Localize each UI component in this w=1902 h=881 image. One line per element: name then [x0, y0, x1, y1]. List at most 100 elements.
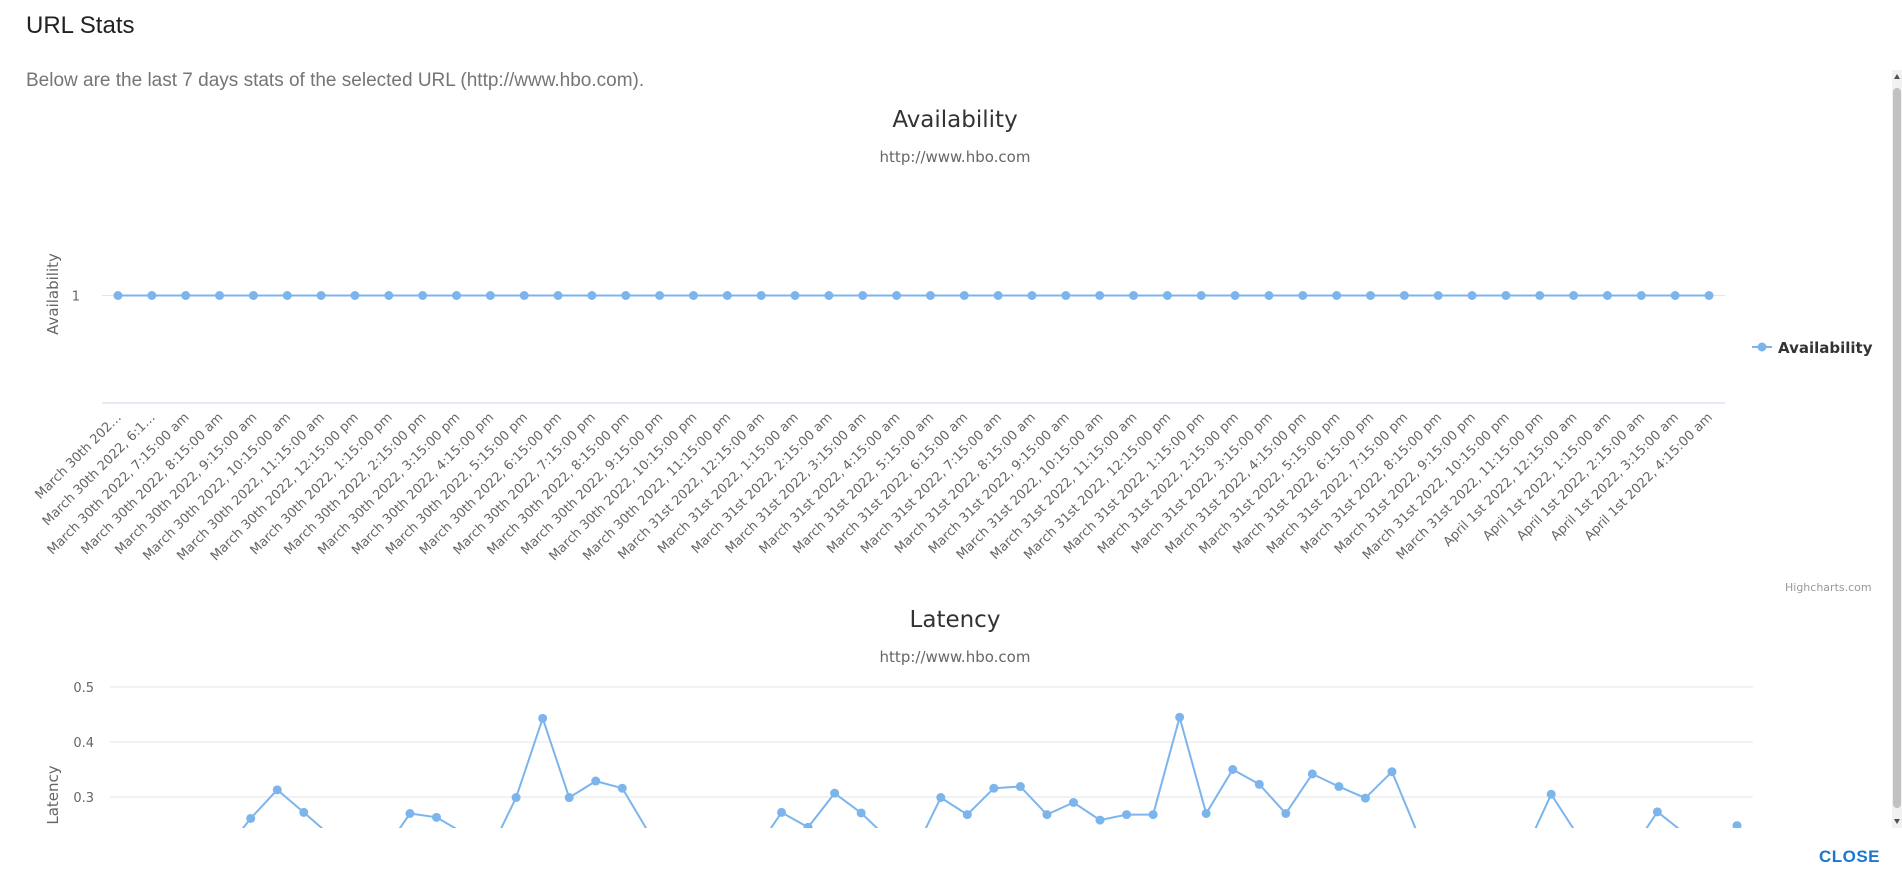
latency-point[interactable]	[1254, 779, 1264, 789]
latency-point[interactable]	[1015, 782, 1025, 792]
availability-point[interactable]	[113, 291, 123, 300]
latency-point[interactable]	[1175, 712, 1185, 722]
availability-point[interactable]	[1230, 291, 1240, 300]
availability-point[interactable]	[1569, 291, 1579, 300]
availability-point[interactable]	[519, 291, 529, 300]
vertical-scrollbar[interactable]	[1892, 70, 1902, 828]
availability-point[interactable]	[1196, 291, 1206, 300]
latency-point[interactable]	[962, 810, 972, 820]
availability-point[interactable]	[485, 291, 495, 300]
availability-point[interactable]	[1162, 291, 1172, 300]
latency-point[interactable]	[1122, 810, 1132, 820]
latency-point[interactable]	[272, 785, 282, 795]
availability-point[interactable]	[452, 291, 462, 300]
latency-series-line	[241, 713, 1738, 828]
latency-point[interactable]	[1228, 765, 1238, 774]
availability-point[interactable]	[1501, 291, 1511, 300]
availability-y-tick-label: 1	[72, 290, 80, 305]
latency-point[interactable]	[1652, 807, 1662, 817]
availability-point[interactable]	[181, 291, 191, 300]
latency-point[interactable]	[299, 807, 309, 817]
availability-point[interactable]	[892, 291, 902, 300]
latency-point[interactable]	[1201, 809, 1211, 818]
latency-point[interactable]	[1546, 789, 1556, 799]
latency-point[interactable]	[1095, 815, 1105, 825]
availability-point[interactable]	[1670, 291, 1680, 300]
availability-point[interactable]	[824, 291, 834, 300]
latency-point[interactable]	[856, 808, 866, 818]
availability-point[interactable]	[790, 291, 800, 300]
availability-point[interactable]	[925, 291, 935, 300]
scrollbar-thumb[interactable]	[1893, 88, 1901, 808]
scroll-up-arrow-icon[interactable]	[1894, 74, 1900, 79]
latency-point[interactable]	[1281, 809, 1291, 818]
availability-point[interactable]	[621, 291, 631, 300]
latency-point[interactable]	[936, 793, 946, 803]
close-button[interactable]: CLOSE	[1813, 843, 1886, 871]
availability-point[interactable]	[688, 291, 698, 300]
latency-point[interactable]	[1387, 767, 1397, 777]
latency-point[interactable]	[246, 813, 256, 823]
latency-point[interactable]	[1068, 798, 1078, 807]
availability-point[interactable]	[1467, 291, 1477, 300]
availability-point[interactable]	[1636, 291, 1646, 300]
latency-point[interactable]	[1360, 793, 1370, 803]
availability-point[interactable]	[587, 291, 597, 300]
dialog-title: URL Stats	[26, 12, 135, 39]
availability-point[interactable]	[1061, 291, 1071, 300]
availability-legend[interactable]: Availability	[1752, 339, 1873, 357]
availability-point[interactable]	[282, 291, 292, 300]
latency-point[interactable]	[405, 809, 415, 818]
legend-item-availability[interactable]: Availability	[1778, 339, 1873, 357]
availability-point[interactable]	[1298, 291, 1308, 300]
availability-point[interactable]	[959, 291, 969, 300]
latency-point[interactable]	[591, 776, 601, 786]
availability-point[interactable]	[147, 291, 157, 300]
availability-point[interactable]	[1332, 291, 1342, 300]
latency-point[interactable]	[1307, 769, 1317, 779]
availability-point[interactable]	[384, 291, 394, 300]
availability-point[interactable]	[350, 291, 360, 300]
availability-chart-subtitle: http://www.hbo.com	[880, 148, 1031, 166]
latency-point[interactable]	[564, 793, 574, 803]
latency-point[interactable]	[1042, 810, 1052, 820]
latency-point[interactable]	[1148, 810, 1158, 820]
latency-point[interactable]	[989, 783, 999, 793]
availability-point[interactable]	[1027, 291, 1037, 300]
availability-point[interactable]	[1129, 291, 1139, 300]
availability-point[interactable]	[756, 291, 766, 300]
latency-chart: Latency http://www.hbo.com Latency 0.5 0.…	[44, 607, 1753, 828]
availability-point[interactable]	[1095, 291, 1105, 300]
availability-point[interactable]	[553, 291, 563, 300]
availability-point[interactable]	[418, 291, 428, 300]
availability-point[interactable]	[655, 291, 665, 300]
availability-point[interactable]	[1433, 291, 1443, 300]
availability-point[interactable]	[1399, 291, 1409, 300]
latency-point[interactable]	[777, 807, 787, 817]
availability-point[interactable]	[1365, 291, 1375, 300]
latency-point[interactable]	[617, 783, 627, 793]
legend-marker-icon	[1757, 342, 1767, 352]
latency-point[interactable]	[830, 788, 840, 798]
latency-point[interactable]	[1732, 821, 1742, 828]
dialog-content[interactable]: Availability http://www.hbo.com Availabi…	[0, 100, 1892, 828]
availability-y-axis-title: Availability	[44, 253, 62, 335]
latency-point[interactable]	[1334, 782, 1344, 792]
availability-point[interactable]	[858, 291, 868, 300]
highcharts-credits[interactable]: Highcharts.com	[1785, 581, 1872, 594]
availability-point[interactable]	[1704, 291, 1714, 300]
availability-point[interactable]	[993, 291, 1003, 300]
latency-point[interactable]	[431, 812, 441, 822]
scroll-down-arrow-icon[interactable]	[1894, 819, 1900, 824]
availability-point[interactable]	[248, 291, 258, 300]
availability-point[interactable]	[1535, 291, 1545, 300]
latency-y-tick-label: 0.3	[73, 791, 94, 806]
availability-point[interactable]	[722, 291, 732, 300]
latency-point[interactable]	[538, 713, 548, 723]
availability-point[interactable]	[1602, 291, 1612, 300]
availability-point[interactable]	[316, 291, 326, 300]
availability-point[interactable]	[1264, 291, 1274, 300]
latency-y-axis-title: Latency	[44, 765, 62, 824]
availability-point[interactable]	[215, 291, 225, 300]
latency-point[interactable]	[511, 793, 521, 803]
